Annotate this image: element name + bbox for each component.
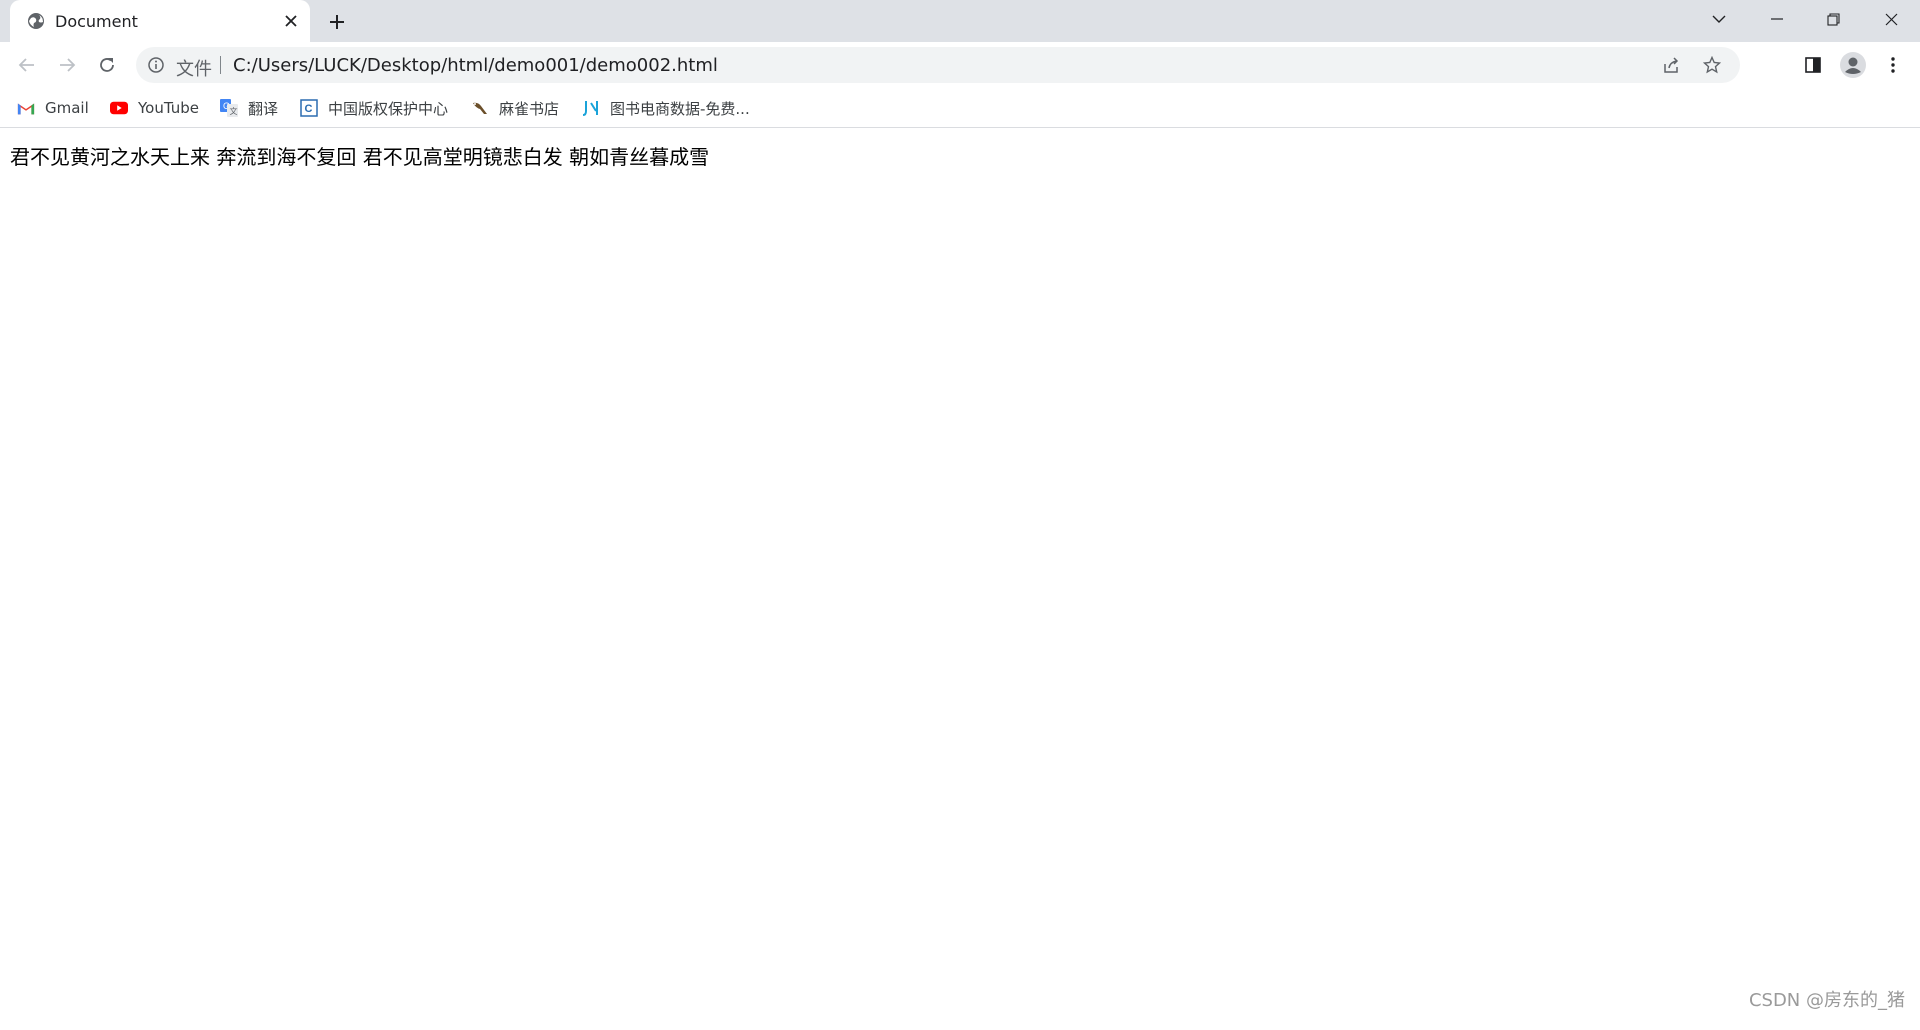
tab-search-icon[interactable] — [1692, 0, 1746, 38]
side-panel-icon[interactable] — [1797, 49, 1829, 81]
bookmark-translate[interactable]: G文 翻译 — [216, 95, 282, 121]
bookmark-label: Gmail — [45, 99, 89, 117]
info-icon[interactable] — [147, 56, 165, 74]
bookmark-youtube[interactable]: YouTube — [106, 95, 203, 121]
tab-title: Document — [55, 12, 138, 31]
minimize-icon[interactable] — [1750, 0, 1804, 38]
bookmark-bookstore-data[interactable]: 图书电商数据-免费... — [578, 95, 754, 121]
restore-icon[interactable] — [1806, 0, 1860, 38]
bookmarks-bar: Gmail YouTube G文 翻译 C 中国版权保护中心 麻雀书店 图书电商… — [0, 88, 1920, 128]
watermark: CSDN @房东的_猪 — [1748, 990, 1905, 1011]
gmail-icon — [17, 99, 35, 117]
youtube-icon — [110, 99, 128, 117]
forward-arrow-icon[interactable] — [51, 49, 83, 81]
svg-text:C: C — [305, 103, 313, 115]
copyright-center-icon: C — [300, 99, 318, 117]
translate-icon: G文 — [220, 99, 238, 117]
star-icon[interactable] — [1697, 50, 1727, 80]
bookmark-label: 麻雀书店 — [499, 99, 560, 118]
body-text: 君不见黄河之水天上来 奔流到海不复回 君不见高堂明镜悲白发 朝如青丝暮成雪 — [10, 145, 710, 169]
tab-close-icon[interactable] — [280, 10, 302, 32]
bookmark-sparrow-bookstore[interactable]: 麻雀书店 — [467, 95, 563, 121]
url-text[interactable]: C:/Users/LUCK/Desktop/html/demo001/demo0… — [233, 55, 718, 76]
back-arrow-icon[interactable] — [11, 49, 43, 81]
scheme-label: 文件 — [176, 59, 212, 80]
bookmark-copyright-center[interactable]: C 中国版权保护中心 — [296, 95, 452, 121]
bookmark-gmail[interactable]: Gmail — [13, 95, 93, 121]
close-icon[interactable] — [1864, 0, 1918, 38]
tab-strip: Document — [0, 0, 1920, 42]
bookstore-data-icon — [582, 99, 600, 117]
more-vertical-icon[interactable] — [1877, 49, 1909, 81]
page-content: 君不见黄河之水天上来 奔流到海不复回 君不见高堂明镜悲白发 朝如青丝暮成雪 CS… — [0, 129, 1920, 1030]
bookmark-label: YouTube — [138, 99, 199, 117]
globe-icon — [26, 11, 46, 31]
scheme-separator — [220, 56, 221, 74]
bookmark-label: 中国版权保护中心 — [328, 99, 449, 118]
bookmark-label: 图书电商数据-免费... — [610, 99, 750, 118]
reload-icon[interactable] — [91, 49, 123, 81]
bookmark-label: 翻译 — [248, 99, 279, 118]
svg-text:文: 文 — [230, 106, 238, 116]
toolbar: 文件 C:/Users/LUCK/Desktop/html/demo001/de… — [0, 42, 1920, 88]
tab-document[interactable]: Document — [10, 0, 310, 42]
address-bar[interactable]: 文件 C:/Users/LUCK/Desktop/html/demo001/de… — [136, 47, 1740, 83]
sparrow-icon — [471, 99, 489, 117]
profile-avatar-icon[interactable] — [1837, 49, 1869, 81]
new-tab-button[interactable] — [323, 8, 351, 36]
share-icon[interactable] — [1656, 50, 1686, 80]
